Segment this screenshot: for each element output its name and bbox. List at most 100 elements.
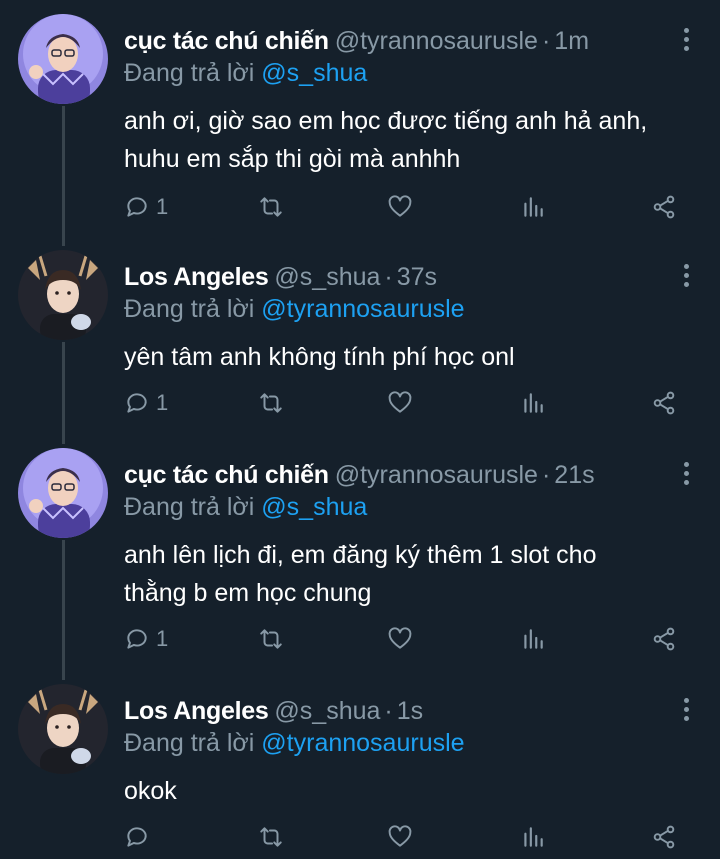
analytics-icon (524, 197, 543, 217)
replying-to: Đang trả lời @tyrannosaurusle (124, 726, 465, 760)
retweet-button[interactable] (258, 822, 284, 852)
like-button[interactable] (387, 192, 413, 222)
analytics-button[interactable] (520, 822, 546, 852)
reply-icon (127, 629, 147, 649)
avatar[interactable] (18, 684, 108, 774)
display-name[interactable]: Los Angeles (124, 263, 269, 291)
reply-icon (127, 197, 147, 217)
separator-dot: · (384, 697, 393, 725)
retweet-button[interactable] (258, 388, 284, 418)
more-icon[interactable] (682, 698, 690, 722)
retweet-button[interactable] (258, 624, 284, 654)
avatar[interactable] (18, 14, 108, 104)
share-icon (653, 627, 675, 651)
tweet-header: cục tác chú chiến @tyrannosaurusle · 1m (124, 24, 589, 58)
like-icon (388, 195, 412, 217)
tweet-text-line: anh ơi, giờ sao em học được tiếng anh hả… (124, 107, 648, 135)
more-icon[interactable] (682, 264, 690, 288)
analytics-icon (524, 629, 543, 649)
share-icon (653, 825, 675, 849)
share-icon (653, 391, 675, 415)
replying-to: Đang trả lời @s_shua (124, 490, 367, 524)
user-handle[interactable]: @tyrannosaurusle (335, 27, 538, 55)
mention-link[interactable]: @s_shua (261, 59, 367, 87)
like-icon (388, 391, 412, 413)
replying-to-label: Đang trả lời (124, 59, 255, 87)
display-name[interactable]: cục tác chú chiến (124, 461, 329, 489)
replying-to: Đang trả lời @tyrannosaurusle (124, 292, 465, 326)
like-icon (388, 825, 412, 847)
like-button[interactable] (387, 388, 413, 418)
reply-count: 1 (156, 194, 169, 219)
replying-to-label: Đang trả lời (124, 295, 255, 323)
share-button[interactable] (651, 624, 677, 654)
retweet-button[interactable] (258, 192, 284, 222)
like-icon (388, 627, 412, 649)
reply-count: 1 (156, 390, 169, 415)
timestamp[interactable]: 37s (397, 263, 437, 291)
reply-button[interactable]: 1 (124, 624, 168, 654)
share-button[interactable] (651, 822, 677, 852)
tweet-header: Los Angeles @s_shua · 1s (124, 694, 423, 728)
tweet[interactable]: cục tác chú chiến @tyrannosaurusle · 21s Đa… (0, 440, 720, 670)
reply-count: 1 (156, 626, 169, 651)
share-button[interactable] (651, 388, 677, 418)
reply-button[interactable]: 1 (124, 388, 168, 418)
user-handle[interactable]: @tyrannosaurusle (335, 461, 538, 489)
tweet-text: okok (124, 772, 694, 810)
separator-dot: · (541, 27, 551, 55)
mention-link[interactable]: @tyrannosaurusle (261, 729, 464, 757)
more-icon[interactable] (682, 28, 690, 52)
tweet-text-line: okok (124, 777, 177, 805)
display-name[interactable]: Los Angeles (124, 697, 269, 725)
display-name[interactable]: cục tác chú chiến (124, 27, 329, 55)
analytics-button[interactable] (520, 192, 546, 222)
retweet-icon (260, 827, 282, 847)
replying-to: Đang trả lời @s_shua (124, 56, 367, 90)
tweet-actions: 1 (124, 624, 684, 654)
tweet-text: anh ơi, giờ sao em học được tiếng anh hả… (124, 102, 694, 178)
tweet-text: anh lên lịch đi, em đăng ký thêm 1 slot … (124, 536, 694, 612)
tweet-actions: 1 (124, 388, 684, 418)
tweet-actions: 1 (124, 192, 684, 222)
more-icon[interactable] (682, 462, 690, 486)
avatar[interactable] (18, 448, 108, 538)
replying-to-label: Đang trả lời (124, 729, 255, 757)
tweet-header: Los Angeles @s_shua · 37s (124, 260, 437, 294)
tweet-text-line: huhu em sắp thi gòi mà anhhh (124, 145, 461, 173)
avatar[interactable] (18, 250, 108, 340)
replying-to-label: Đang trả lời (124, 493, 255, 521)
share-button[interactable] (651, 192, 677, 222)
reply-button[interactable]: 1 (124, 192, 168, 222)
tweet[interactable]: cục tác chú chiến @tyrannosaurusle · 1m Đan… (0, 6, 720, 236)
analytics-icon (524, 393, 543, 413)
reply-button[interactable] (124, 822, 156, 852)
analytics-button[interactable] (520, 624, 546, 654)
retweet-icon (260, 393, 282, 413)
tweet[interactable]: Los Angeles @s_shua · 1s Đang trả lời @tyra… (0, 676, 720, 859)
like-button[interactable] (387, 624, 413, 654)
user-handle[interactable]: @s_shua (274, 263, 380, 291)
mention-link[interactable]: @tyrannosaurusle (261, 295, 464, 323)
like-button[interactable] (387, 822, 413, 852)
analytics-button[interactable] (520, 388, 546, 418)
share-icon (653, 195, 675, 219)
retweet-icon (260, 197, 282, 217)
user-handle[interactable]: @s_shua (274, 697, 380, 725)
reply-icon (127, 393, 147, 413)
separator-dot: · (541, 461, 551, 489)
timestamp[interactable]: 21s (554, 461, 594, 489)
timestamp[interactable]: 1s (397, 697, 423, 725)
tweet-text-line: thằng b em học chung (124, 579, 372, 607)
tweet-header: cục tác chú chiến @tyrannosaurusle · 21s (124, 458, 595, 492)
reply-icon (127, 827, 147, 847)
analytics-icon (524, 827, 543, 847)
retweet-icon (260, 629, 282, 649)
tweet-text: yên tâm anh không tính phí học onl (124, 338, 694, 376)
conversation-thread: cục tác chú chiến @tyrannosaurusle · 1m Đan… (0, 0, 720, 859)
tweet-actions (124, 822, 684, 852)
tweet[interactable]: Los Angeles @s_shua · 37s Đang trả lời @tyr… (0, 242, 720, 438)
mention-link[interactable]: @s_shua (261, 493, 367, 521)
timestamp[interactable]: 1m (554, 27, 589, 55)
separator-dot: · (384, 263, 393, 291)
